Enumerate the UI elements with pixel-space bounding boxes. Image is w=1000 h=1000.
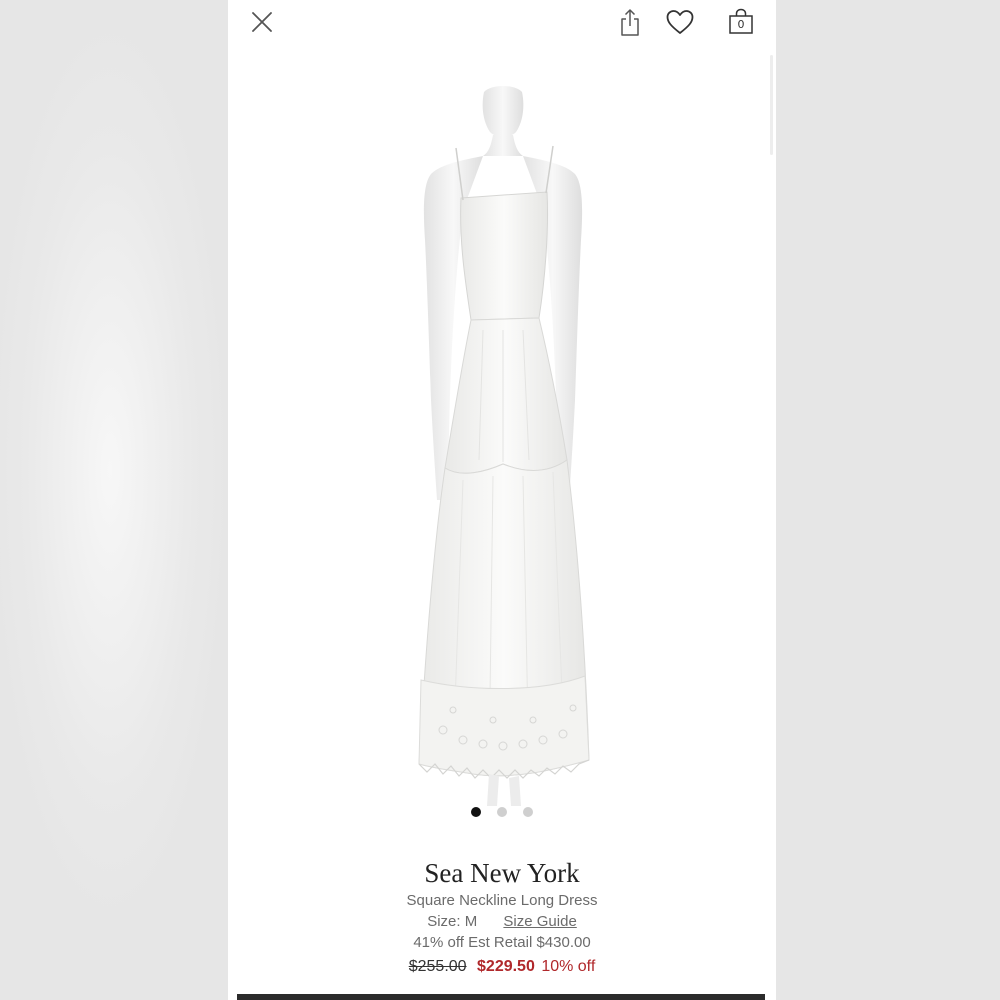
bag-button[interactable]: 0 xyxy=(726,6,756,36)
gallery-dot[interactable] xyxy=(523,807,534,817)
product-info: Sea New York Square Neckline Long Dress … xyxy=(228,856,776,979)
close-icon xyxy=(252,12,272,32)
gallery-pagination xyxy=(228,804,776,822)
top-bar: 0 xyxy=(228,0,776,46)
share-icon xyxy=(621,9,639,36)
discount-text: 10% off xyxy=(541,958,596,975)
share-button[interactable] xyxy=(618,7,642,37)
close-button[interactable] xyxy=(250,10,274,34)
product-image[interactable] xyxy=(353,80,653,810)
scrollbar[interactable] xyxy=(770,55,773,155)
bag-count: 0 xyxy=(737,18,745,31)
gallery-dot[interactable] xyxy=(497,807,507,817)
sale-price: $229.50 xyxy=(477,958,535,975)
brand-name[interactable]: Sea New York xyxy=(228,856,776,890)
heart-icon xyxy=(666,10,694,34)
product-page: 0 Sea New York Square Neckline Long Dres… xyxy=(228,0,776,1000)
retail-text: 41% off Est Retail $430.00 xyxy=(413,934,591,951)
bottom-bar[interactable] xyxy=(237,994,765,1000)
size-guide-link[interactable]: Size Guide xyxy=(503,913,576,930)
gallery-dot[interactable] xyxy=(470,807,481,817)
product-name: Square Neckline Long Dress xyxy=(406,892,598,909)
size-row: Size: M Size Guide xyxy=(228,911,776,932)
size-text: Size: M xyxy=(427,913,478,930)
wishlist-button[interactable] xyxy=(665,8,695,36)
original-price: $255.00 xyxy=(408,958,467,975)
price-row: $255.00 $229.50 10% off xyxy=(228,955,776,979)
